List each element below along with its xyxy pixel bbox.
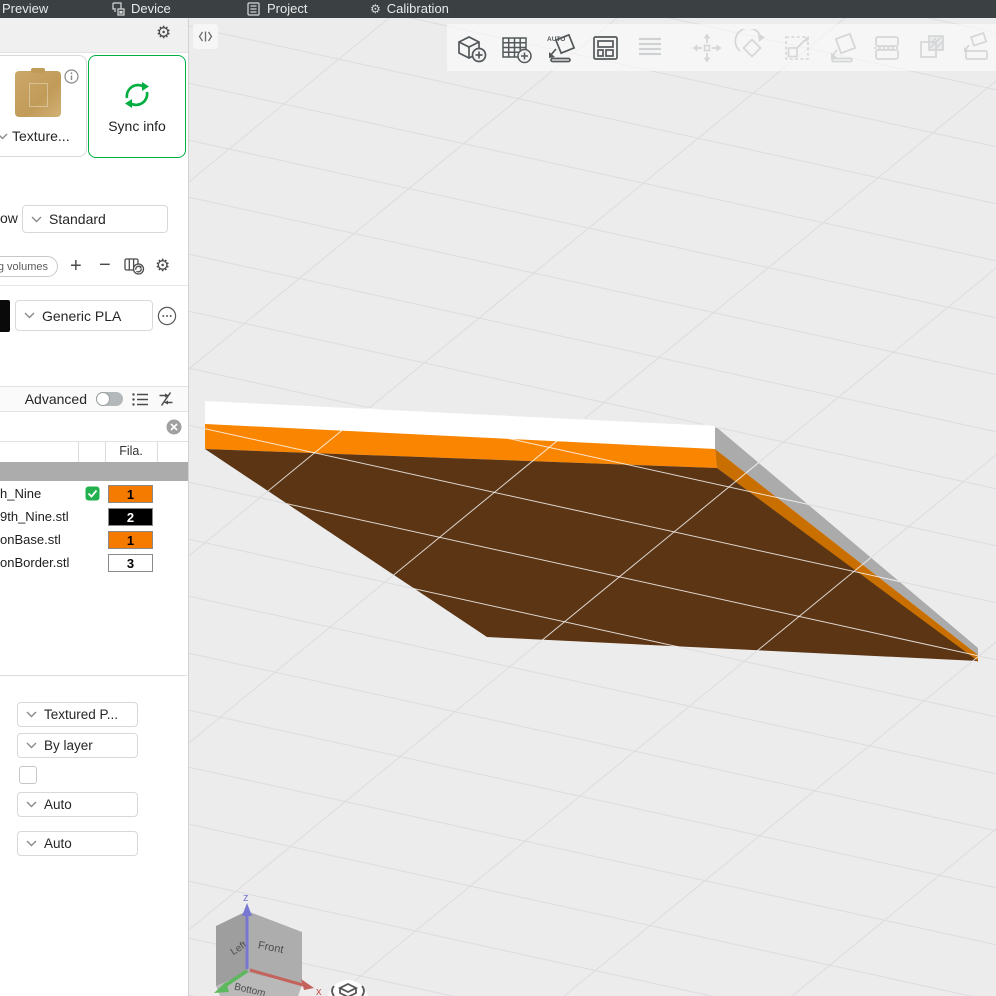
calibration-icon: ⚙ bbox=[370, 3, 381, 15]
cut-tool-icon bbox=[868, 29, 906, 67]
object-list-icon[interactable] bbox=[132, 392, 149, 407]
layers-list-icon bbox=[631, 29, 669, 67]
auto-option-a-dropdown[interactable]: Auto bbox=[17, 792, 138, 817]
object-name: onBorder.stl bbox=[0, 555, 69, 570]
chevron-down-icon bbox=[26, 742, 37, 749]
project-icon bbox=[246, 2, 261, 16]
advanced-toggle[interactable] bbox=[96, 392, 123, 406]
auto-option-a-value: Auto bbox=[44, 797, 72, 812]
buildplate-thumbnail bbox=[15, 71, 61, 117]
filament-number-cell[interactable]: 2 bbox=[108, 508, 153, 526]
menu-project-label: Project bbox=[267, 1, 307, 16]
object-name: onBase.stl bbox=[0, 532, 61, 547]
table-row[interactable]: onBorder.stl 3 bbox=[0, 552, 188, 575]
collapse-panel-button[interactable] bbox=[193, 24, 218, 49]
menu-device-label: Device bbox=[131, 1, 171, 16]
mesh-boolean-icon bbox=[913, 29, 951, 67]
process-preset-value: Standard bbox=[49, 211, 106, 227]
plates-toolbar: g volumes + − ⚙ bbox=[0, 250, 188, 286]
add-filament-button[interactable]: + bbox=[70, 256, 82, 276]
auto-orient-icon[interactable]: AUTO bbox=[541, 29, 579, 67]
printing-volumes-label: g volumes bbox=[0, 261, 48, 273]
print-sequence-dropdown[interactable]: By layer bbox=[17, 733, 138, 758]
object-visible-checkbox[interactable] bbox=[85, 486, 100, 501]
collapse-panel-icon bbox=[198, 30, 213, 43]
printer-preset-label: Texture... bbox=[12, 128, 70, 144]
axis-x-label: x bbox=[316, 986, 322, 996]
filament-color-swatch[interactable] bbox=[0, 300, 10, 332]
add-plate-icon[interactable] bbox=[496, 29, 534, 67]
advanced-label: Advanced bbox=[25, 391, 87, 407]
chevron-down-icon bbox=[24, 312, 35, 319]
tune-params-icon[interactable] bbox=[158, 391, 174, 407]
object-name: 9th_Nine.stl bbox=[0, 509, 69, 524]
rotate-tool-icon bbox=[733, 29, 771, 67]
menu-project[interactable]: Project bbox=[246, 0, 307, 17]
table-row[interactable]: 9th_Nine.stl 2 bbox=[0, 506, 188, 529]
filament-column-header[interactable]: Fila. bbox=[105, 444, 157, 458]
menu-preview[interactable]: Preview bbox=[2, 0, 48, 17]
sync-info-button[interactable]: Sync info bbox=[88, 55, 186, 158]
chevron-down-icon bbox=[31, 216, 42, 223]
plate-type-value: Textured P... bbox=[44, 707, 118, 722]
object-name: h_Nine bbox=[0, 486, 41, 501]
move-tool-icon bbox=[688, 29, 726, 67]
add-object-icon[interactable] bbox=[451, 29, 489, 67]
filament-dropdown[interactable]: Generic PLA bbox=[15, 300, 153, 331]
spiral-vase-checkbox[interactable] bbox=[19, 766, 37, 784]
filament-value: Generic PLA bbox=[42, 308, 121, 324]
auto-option-b-dropdown[interactable]: Auto bbox=[17, 831, 138, 856]
sync-info-label: Sync info bbox=[89, 118, 185, 134]
menu-preview-label: Preview bbox=[2, 1, 48, 16]
info-icon[interactable] bbox=[64, 69, 79, 84]
advanced-settings-row: Advanced bbox=[0, 386, 188, 412]
printing-volumes-pill[interactable]: g volumes bbox=[0, 256, 58, 277]
top-menu-bar: Preview Device Project ⚙ Calibration bbox=[0, 0, 996, 18]
ams-sync-icon[interactable] bbox=[124, 256, 145, 276]
object-filter-row[interactable] bbox=[0, 413, 188, 442]
print-sequence-value: By layer bbox=[44, 738, 93, 753]
lay-on-face-icon bbox=[823, 29, 861, 67]
process-label-clipped: ow bbox=[0, 210, 18, 226]
menu-device[interactable]: Device bbox=[110, 0, 171, 17]
table-row[interactable]: onBase.stl 1 bbox=[0, 529, 188, 552]
printer-section-header: ⚙ bbox=[0, 18, 188, 53]
printer-preset-card[interactable]: Texture... bbox=[0, 55, 87, 157]
menu-calibration-label: Calibration bbox=[387, 1, 449, 16]
remove-filament-button[interactable]: − bbox=[99, 255, 111, 275]
panel-divider bbox=[0, 675, 187, 676]
auto-option-b-value: Auto bbox=[44, 836, 72, 851]
object-table-body: h_Nine 1 9th_Nine.stl 2 onBase.stl 1 onB… bbox=[0, 483, 188, 579]
menu-calibration[interactable]: ⚙ Calibration bbox=[370, 0, 449, 17]
chevron-down-icon bbox=[26, 801, 37, 808]
split-window-icon[interactable] bbox=[586, 29, 624, 67]
viewport-toolbar: AUTO bbox=[447, 24, 996, 71]
filament-settings-gear-icon[interactable]: ⚙ bbox=[155, 257, 170, 274]
scale-tool-icon bbox=[778, 29, 816, 67]
clear-filter-icon[interactable] bbox=[166, 419, 182, 435]
chevron-down-icon bbox=[26, 711, 37, 718]
filament-number-cell[interactable]: 3 bbox=[108, 554, 153, 572]
chevron-down-icon bbox=[26, 840, 37, 847]
axis-z-label: z bbox=[243, 892, 249, 904]
chevron-down-icon bbox=[0, 133, 8, 140]
object-table-header: Fila. bbox=[0, 441, 188, 463]
device-icon bbox=[110, 2, 125, 16]
filament-number-cell[interactable]: 1 bbox=[108, 485, 153, 503]
table-row[interactable]: h_Nine 1 bbox=[0, 483, 188, 506]
process-preset-dropdown[interactable]: Standard bbox=[22, 205, 168, 233]
assembly-view-icon bbox=[958, 29, 996, 67]
printer-settings-gear-icon[interactable]: ⚙ bbox=[156, 24, 171, 41]
selected-plate-row[interactable] bbox=[0, 462, 188, 481]
plate-type-dropdown[interactable]: Textured P... bbox=[17, 702, 138, 727]
filament-number-cell[interactable]: 1 bbox=[108, 531, 153, 549]
filament-more-button[interactable] bbox=[157, 306, 177, 326]
sync-icon bbox=[120, 78, 154, 112]
